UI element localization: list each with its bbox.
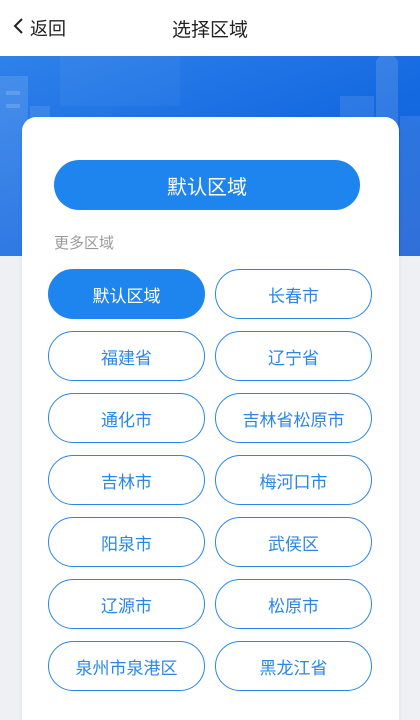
chevron-left-icon [10, 17, 30, 40]
default-region-button[interactable]: 默认区域 [54, 160, 360, 210]
nav-bar: 返回 选择区域 [0, 0, 420, 56]
region-option[interactable]: 通化市 [48, 393, 205, 443]
back-button[interactable]: 返回 [10, 12, 66, 44]
region-option[interactable]: 默认区域 [48, 269, 205, 319]
region-grid: 默认区域 长春市 福建省 辽宁省 通化市 吉林省松原市 吉林市 梅河口市 阳泉市 武侯区 辽源市 松原… [48, 269, 374, 691]
region-option[interactable]: 长春市 [215, 269, 372, 319]
region-option[interactable]: 福建省 [48, 331, 205, 381]
region-option[interactable]: 吉林市 [48, 455, 205, 505]
back-label: 返回 [30, 19, 66, 40]
page-title: 选择区域 [171, 18, 248, 41]
region-option[interactable]: 辽宁省 [215, 331, 372, 381]
region-option[interactable]: 泉州市泉港区 [48, 641, 205, 691]
region-option[interactable]: 梅河口市 [215, 455, 372, 505]
region-option[interactable]: 辽源市 [48, 579, 205, 629]
region-option[interactable]: 阳泉市 [48, 517, 205, 567]
region-option[interactable]: 黑龙江省 [215, 641, 372, 691]
section-label: 更多区域 [54, 234, 115, 252]
region-option[interactable]: 武侯区 [215, 517, 372, 567]
region-card: 默认区域 更多区域 默认区域 长春市 福建省 辽宁省 通化市 吉林省松原市 吉林市 梅河口市阳… [22, 117, 399, 720]
region-option[interactable]: 松原市 [215, 579, 372, 629]
region-option[interactable]: 吉林省松原市 [215, 393, 372, 443]
